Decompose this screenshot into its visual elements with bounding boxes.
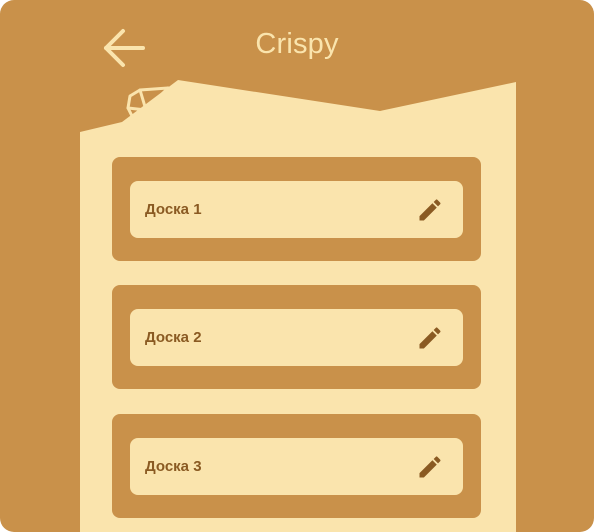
board-card: Доска 2: [112, 285, 481, 389]
board-item-2[interactable]: Доска 2: [130, 309, 463, 366]
page-title: Crispy: [255, 28, 339, 60]
edit-board-button[interactable]: [415, 195, 445, 225]
app-window: Crispy Доска 1 Доска 2 Доска 3: [0, 0, 594, 532]
board-label: Доска 2: [145, 329, 202, 346]
crumpled-paper-icon: [126, 86, 170, 130]
board-item-1[interactable]: Доска 1: [130, 181, 463, 238]
board-card: Доска 1: [112, 157, 481, 261]
pencil-icon: [419, 326, 441, 348]
board-label: Доска 1: [145, 201, 202, 218]
board-card: Доска 3: [112, 414, 481, 518]
board-label: Доска 3: [145, 458, 202, 475]
edit-board-button[interactable]: [415, 452, 445, 482]
pencil-icon: [419, 198, 441, 220]
board-item-3[interactable]: Доска 3: [130, 438, 463, 495]
edit-board-button[interactable]: [415, 323, 445, 353]
pencil-icon: [419, 455, 441, 477]
